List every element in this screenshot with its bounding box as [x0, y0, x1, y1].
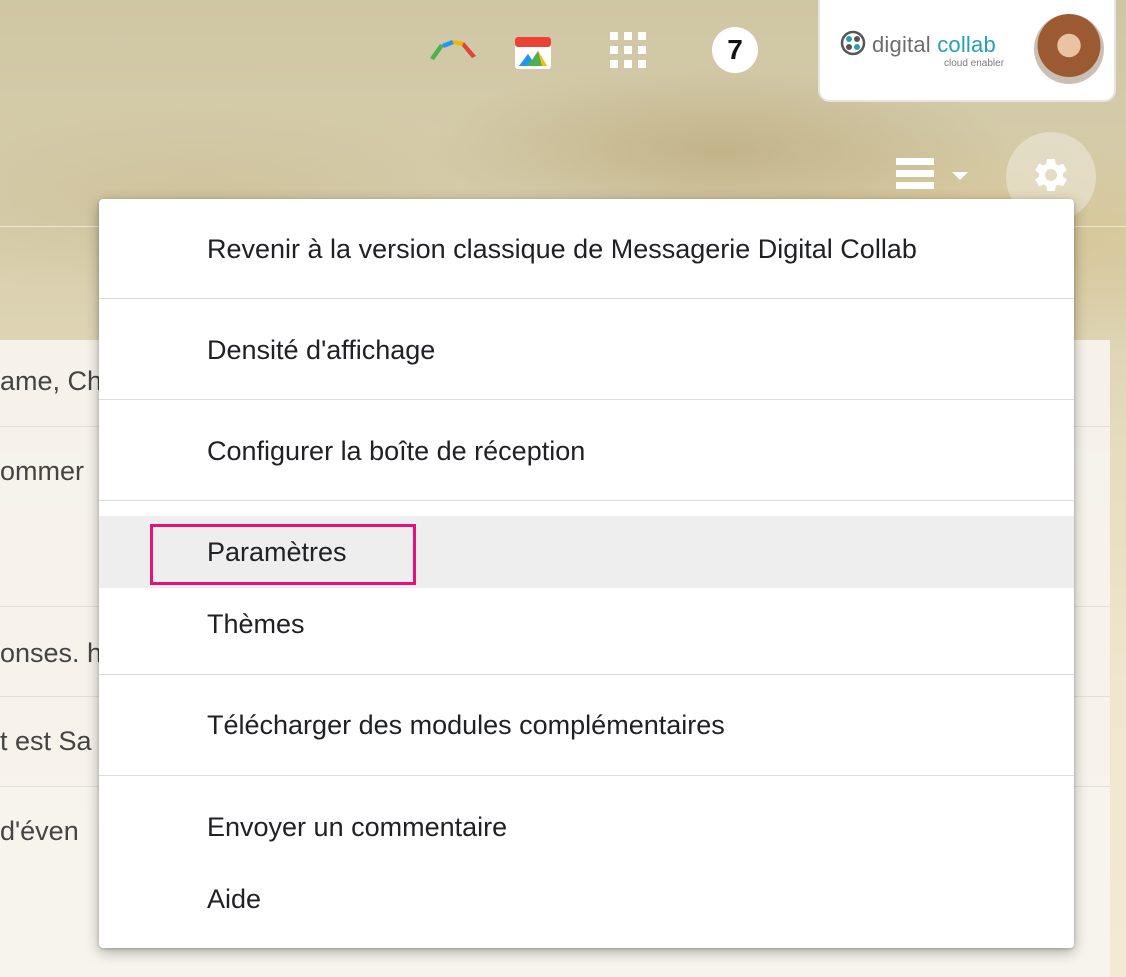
- menu-item-configure-inbox[interactable]: Configurer la boîte de réception: [99, 415, 1074, 487]
- menu-divider: [99, 298, 1074, 299]
- menu-item-send-feedback[interactable]: Envoyer un commentaire: [99, 791, 1074, 863]
- brand-tagline: cloud enabler: [944, 58, 1005, 69]
- list-item[interactable]: ommer: [0, 456, 84, 487]
- menu-item-display-density[interactable]: Densité d'affichage: [99, 314, 1074, 386]
- menu-item-classic-version[interactable]: Revenir à la version classique de Messag…: [99, 213, 1074, 285]
- brand-logo-icon: [840, 30, 866, 56]
- notification-badge[interactable]: 7: [712, 27, 758, 73]
- brand-name: digital collab: [872, 32, 996, 57]
- menu-item-themes[interactable]: Thèmes: [99, 588, 1074, 660]
- drive-icon[interactable]: [428, 36, 480, 67]
- menu-divider: [99, 674, 1074, 675]
- density-toggle-icon[interactable]: [896, 158, 972, 199]
- menu-divider: [99, 500, 1074, 501]
- list-item[interactable]: d'éven: [0, 816, 79, 847]
- list-item[interactable]: onses. h: [0, 638, 102, 669]
- highlight-annotation: [150, 524, 416, 585]
- menu-divider: [99, 399, 1074, 400]
- menu-divider: [99, 775, 1074, 776]
- avatar[interactable]: [1034, 14, 1104, 84]
- menu-item-download-addons[interactable]: Télécharger des modules complémentaires: [99, 689, 1074, 761]
- menu-item-help[interactable]: Aide: [99, 863, 1074, 935]
- calendar-icon[interactable]: [514, 36, 552, 75]
- account-card[interactable]: digital collab cloud enabler: [818, 0, 1116, 102]
- list-item[interactable]: ame, Ch: [0, 366, 102, 397]
- gear-icon: [1031, 155, 1071, 200]
- list-item[interactable]: t est Sa: [0, 726, 92, 757]
- apps-grid-icon[interactable]: [610, 32, 646, 73]
